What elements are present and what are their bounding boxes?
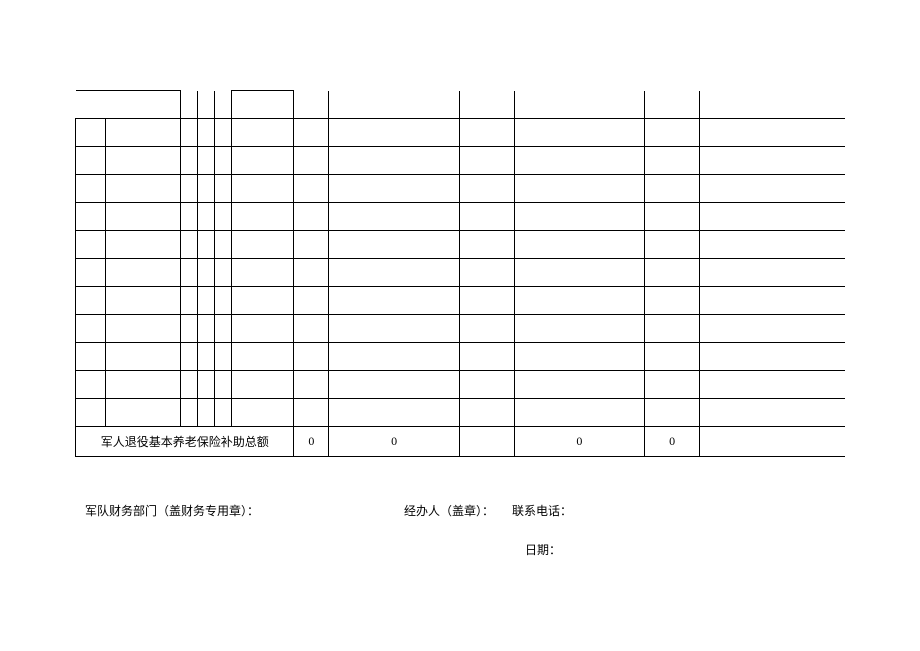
- table-row: [76, 91, 846, 119]
- table-row: [76, 203, 846, 231]
- handler-stamp-label: 经办人（盖章）：: [404, 502, 494, 519]
- dept-stamp-label: 军队财务部门（盖财务专用章）：: [85, 502, 259, 519]
- table-row: [76, 343, 846, 371]
- summary-row: 军人退役基本养老保险补助总额 0 0 0 0: [76, 427, 846, 457]
- date-label: 日期：: [525, 543, 561, 557]
- summary-value: 0: [514, 427, 644, 457]
- summary-label: 军人退役基本养老保险补助总额: [76, 427, 294, 457]
- table-row: [76, 399, 846, 427]
- summary-value: 0: [329, 427, 459, 457]
- table-row: [76, 287, 846, 315]
- table-row: [76, 175, 846, 203]
- document-page: 军人退役基本养老保险补助总额 0 0 0 0 军队财务部门（盖财务专用章）： 经…: [0, 0, 920, 558]
- footer: 军队财务部门（盖财务专用章）： 经办人（盖章）： 联系电话： 日期：: [75, 502, 845, 558]
- table-row: [76, 119, 846, 147]
- summary-value: 0: [294, 427, 329, 457]
- table-row: [76, 231, 846, 259]
- table-row: [76, 147, 846, 175]
- table-row: [76, 371, 846, 399]
- summary-value: 0: [645, 427, 700, 457]
- phone-label: 联系电话：: [512, 502, 572, 519]
- table-row: [76, 315, 846, 343]
- insurance-table: 军人退役基本养老保险补助总额 0 0 0 0: [75, 90, 845, 457]
- summary-value: [700, 427, 845, 457]
- table-row: [76, 259, 846, 287]
